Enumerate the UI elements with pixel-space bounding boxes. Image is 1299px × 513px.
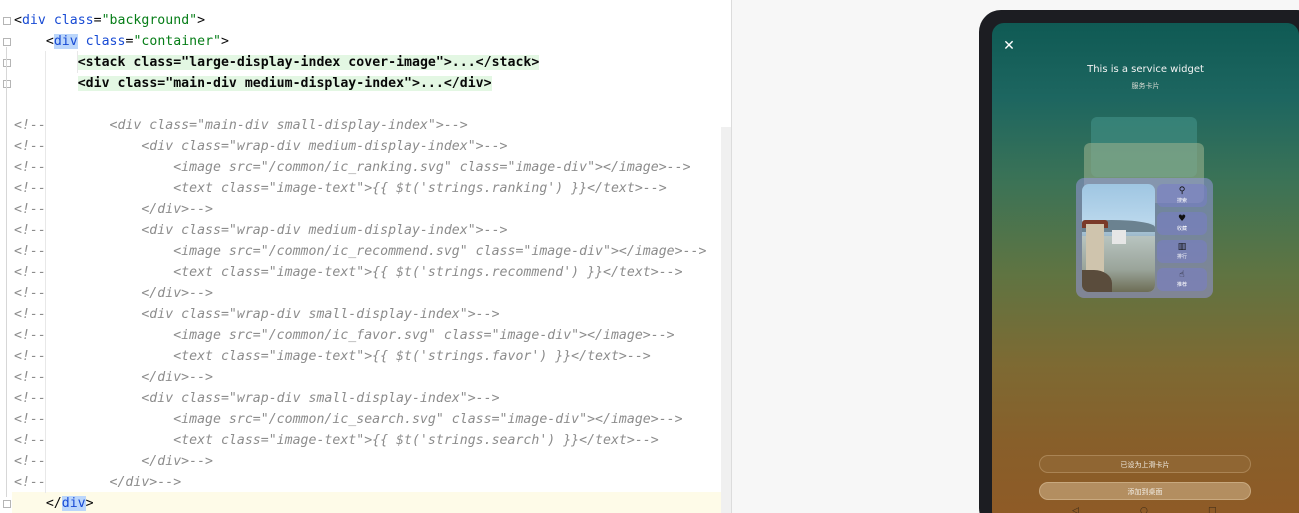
- code-line: <!-- <div class="wrap-div small-display-…: [14, 388, 500, 409]
- code-line: </div>: [14, 493, 94, 513]
- code-comment: <!-- </div>-->: [14, 369, 213, 385]
- collapsed-code-block[interactable]: <stack class="large-display-index cover-…: [77, 54, 540, 70]
- code-comment: <!-- <text class="image-text">{{ $t('str…: [14, 180, 667, 196]
- code-line: <div class="main-div medium-display-inde…: [14, 73, 492, 94]
- code-comment: <!-- </div>-->: [14, 285, 213, 301]
- code-token: >: [85, 495, 94, 511]
- widget-button-label: 收藏: [1176, 226, 1187, 232]
- code-token: <: [45, 33, 54, 49]
- code-comment: <!-- <image src="/common/ic_favor.svg" c…: [14, 327, 675, 343]
- code-token: class: [45, 12, 94, 28]
- close-icon[interactable]: ✕: [1002, 39, 1016, 53]
- fold-toggle-icon[interactable]: [3, 58, 11, 67]
- device-preview-pane: ✕ This is a service widget 服务卡片 ⚲ 搜索 ♥ 收藏 ▥ 排…: [732, 0, 1299, 513]
- code-token: div: [53, 33, 78, 49]
- code-line: <!-- </div>-->: [14, 283, 213, 304]
- code-comment: <!-- <div class="wrap-div medium-display…: [14, 222, 508, 238]
- search-icon: ⚲: [1178, 186, 1186, 196]
- tablet-device-frame: ✕ This is a service widget 服务卡片 ⚲ 搜索 ♥ 收藏 ▥ 排…: [979, 10, 1299, 513]
- code-line: <!-- <text class="image-text">{{ $t('str…: [14, 430, 659, 451]
- code-line: <!-- <text class="image-text">{{ $t('str…: [14, 262, 683, 283]
- indent-guide: [77, 50, 78, 73]
- code-line: <!-- <div class="wrap-div medium-display…: [14, 220, 508, 241]
- code-line: <!-- <div class="main-div small-display-…: [14, 115, 468, 136]
- editor-gutter: [0, 0, 12, 513]
- thumbs-up-icon: ☝: [1179, 270, 1185, 280]
- widget-button-ranking[interactable]: ▥ 排行: [1157, 240, 1207, 263]
- code-line: <!-- <image src="/common/ic_search.svg" …: [14, 409, 683, 430]
- code-line: <!-- <image src="/common/ic_favor.svg" c…: [14, 325, 675, 346]
- code-line: <!-- <div class="wrap-div small-display-…: [14, 304, 500, 325]
- widget-button-label: 搜索: [1176, 198, 1187, 204]
- code-line: <!-- <text class="image-text">{{ $t('str…: [14, 178, 667, 199]
- code-token: "container": [133, 33, 221, 49]
- home-icon[interactable]: ○: [1140, 505, 1148, 513]
- heart-icon: ♥: [1177, 214, 1187, 224]
- code-comment: <!-- <div class="main-div small-display-…: [14, 117, 468, 133]
- code-line: <stack class="large-display-index cover-…: [14, 52, 540, 73]
- add-to-desktop-button[interactable]: 添加到桌面: [1039, 482, 1251, 500]
- code-token: div: [21, 12, 46, 28]
- code-token: "background": [101, 12, 198, 28]
- widget-button-thumbs-up[interactable]: ☝ 推荐: [1157, 268, 1207, 291]
- code-line: <!-- </div>-->: [14, 451, 213, 472]
- code-line: <div class="background">: [14, 10, 205, 31]
- widget-subtitle: 服务卡片: [1131, 82, 1160, 90]
- widget-card-front[interactable]: ⚲ 搜索 ♥ 收藏 ▥ 排行 ☝ 推荐: [1076, 178, 1213, 298]
- fold-toggle-icon[interactable]: [3, 499, 11, 508]
- code-token: <: [14, 12, 22, 28]
- code-comment: <!-- <image src="/common/ic_ranking.svg"…: [14, 159, 691, 175]
- set-as-swipe-card-button[interactable]: 已设为上滑卡片: [1039, 455, 1251, 473]
- current-line-highlight: [12, 492, 721, 513]
- widget-button-search[interactable]: ⚲ 搜索: [1157, 184, 1207, 207]
- code-line: <!-- </div>-->: [14, 472, 181, 493]
- tablet-screen: ✕ This is a service widget 服务卡片 ⚲ 搜索 ♥ 收藏 ▥ 排…: [992, 23, 1299, 513]
- code-comment: <!-- <div class="wrap-div medium-display…: [14, 138, 508, 154]
- collapsed-code-block[interactable]: <div class="main-div medium-display-inde…: [77, 75, 492, 91]
- fold-toggle-icon[interactable]: [3, 79, 11, 88]
- code-token: </: [45, 495, 62, 511]
- code-line: <!-- <div class="wrap-div medium-display…: [14, 136, 508, 157]
- code-comment: <!-- <div class="wrap-div small-display-…: [14, 306, 500, 322]
- code-line: <!-- </div>-->: [14, 199, 213, 220]
- code-line: <!-- <text class="image-text">{{ $t('str…: [14, 346, 651, 367]
- code-line: <!-- </div>-->: [14, 367, 213, 388]
- navigation-bar: ◁ ○ □: [992, 501, 1299, 513]
- code-comment: <!-- <image src="/common/ic_recommend.sv…: [14, 243, 707, 259]
- widget-title: This is a service widget: [1087, 64, 1204, 75]
- fold-guide-line: [6, 46, 7, 497]
- editor-scrollbar-thumb[interactable]: [721, 127, 731, 513]
- code-line: <!-- <image src="/common/ic_ranking.svg"…: [14, 157, 691, 178]
- fold-toggle-icon[interactable]: [3, 37, 11, 46]
- recent-apps-icon[interactable]: □: [1208, 505, 1217, 513]
- code-comment: <!-- <div class="wrap-div small-display-…: [14, 390, 500, 406]
- code-comment: <!-- </div>-->: [14, 201, 213, 217]
- code-line: <div class="container">: [14, 31, 229, 52]
- widget-button-heart[interactable]: ♥ 收藏: [1157, 212, 1207, 235]
- code-editor[interactable]: <div class="background"> <div class="con…: [0, 0, 731, 513]
- code-comment: <!-- <image src="/common/ic_search.svg" …: [14, 411, 683, 427]
- widget-button-label: 排行: [1176, 254, 1187, 260]
- code-token: >: [197, 12, 206, 28]
- code-token: class: [77, 33, 126, 49]
- code-comment: <!-- <text class="image-text">{{ $t('str…: [14, 432, 659, 448]
- code-line: <!-- <image src="/common/ic_recommend.sv…: [14, 241, 706, 262]
- fold-toggle-icon[interactable]: [3, 16, 11, 25]
- back-icon[interactable]: ◁: [1072, 505, 1079, 513]
- code-token: >: [221, 33, 229, 49]
- code-token: =: [93, 12, 102, 28]
- code-comment: <!-- </div>-->: [14, 453, 213, 469]
- code-token: div: [61, 495, 86, 511]
- ranking-icon: ▥: [1177, 242, 1187, 252]
- indent-guide: [45, 50, 46, 493]
- code-comment: <!-- <text class="image-text">{{ $t('str…: [14, 264, 683, 280]
- code-comment: <!-- </div>-->: [14, 474, 182, 490]
- code-comment: <!-- <text class="image-text">{{ $t('str…: [14, 348, 651, 364]
- widget-button-label: 推荐: [1176, 282, 1187, 288]
- widget-cover-image: [1082, 184, 1155, 292]
